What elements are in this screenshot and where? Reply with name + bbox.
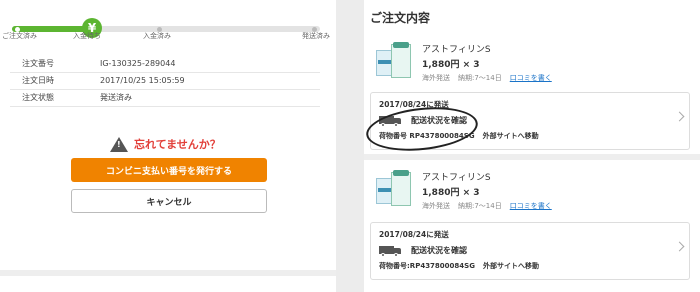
product-item: アストフィリンS 1,880円 × 3 海外発送 納期:7～14日 口コミを書く <box>370 40 690 92</box>
reminder-notice: ! 忘れてませんか？ <box>110 136 221 152</box>
product-item: アストフィリンS 1,880円 × 3 海外発送 納期:7～14日 口コミを書く <box>370 168 690 220</box>
product-name[interactable]: アストフィリンS <box>422 42 491 55</box>
shipment-date: 2017/08/24に発送 <box>379 230 449 239</box>
write-review-link[interactable]: 口コミを書く <box>510 73 552 83</box>
product-meta: 海外発送 納期:7～14日 口コミを書く <box>422 73 552 83</box>
delivery-time: 納期:7～14日 <box>458 202 502 210</box>
order-details-title: ご注文内容 <box>370 11 431 25</box>
shipping-origin: 海外発送 <box>422 202 450 210</box>
external-site-link[interactable]: 外部サイトへ移動 <box>483 131 539 141</box>
product-meta: 海外発送 納期:7～14日 口コミを書く <box>422 201 552 211</box>
table-row: 注文番号 IG-130325-289044 <box>10 55 320 73</box>
step-label-shipped: 発送済み <box>302 32 330 40</box>
tracking-number: 荷物番号:RP437800084SG <box>379 262 475 270</box>
section-divider <box>0 270 336 276</box>
reminder-text: 忘れてませんか？ <box>134 138 221 151</box>
product-thumbnail[interactable] <box>376 168 414 208</box>
order-status-panel: ¥ ご注文済み 入金待ち 入金済み 発送済み 注文番号 IG-130325-28… <box>0 0 336 292</box>
product-price: 1,880円 × 3 <box>422 188 480 198</box>
shipping-origin: 海外発送 <box>422 74 450 82</box>
order-number-label: 注文番号 <box>10 55 100 73</box>
order-info-table: 注文番号 IG-130325-289044 注文日時 2017/10/25 15… <box>10 55 320 107</box>
section-divider <box>364 154 700 160</box>
warning-icon: ! <box>110 136 128 152</box>
chevron-right-icon <box>674 241 685 252</box>
order-progress-bar: ¥ ご注文済み 入金待ち 入金済み 発送済み <box>2 18 330 48</box>
tracking-info: 荷物番号:RP437800084SG 外部サイトへ移動 <box>379 261 539 271</box>
order-date-label: 注文日時 <box>10 72 100 90</box>
product-name[interactable]: アストフィリンS <box>422 170 491 183</box>
delivery-time: 納期:7～14日 <box>458 74 502 82</box>
shipment-card[interactable]: 2017/08/24に発送 配送状況を確認 荷物番号:RP437800084SG… <box>370 222 690 280</box>
product-price: 1,880円 × 3 <box>422 60 480 70</box>
check-delivery-status[interactable]: 配送状況を確認 <box>411 245 467 256</box>
order-state-value: 発送済み <box>100 89 320 107</box>
step-label-awaiting-payment: 入金待ち <box>73 32 101 40</box>
issue-convenience-payment-button[interactable]: コンビニ支払い番号を発行する <box>71 158 267 182</box>
write-review-link[interactable]: 口コミを書く <box>510 201 552 211</box>
chevron-right-icon <box>674 111 685 122</box>
external-site-link[interactable]: 外部サイトへ移動 <box>483 261 539 271</box>
order-state-label: 注文状態 <box>10 89 100 107</box>
truck-icon <box>379 245 403 257</box>
step-label-ordered: ご注文済み <box>2 32 37 40</box>
step-label-paid: 入金済み <box>143 32 171 40</box>
table-row: 注文日時 2017/10/25 15:05:59 <box>10 72 320 90</box>
order-number-value: IG-130325-289044 <box>100 55 320 73</box>
cancel-button[interactable]: キャンセル <box>71 189 267 213</box>
product-thumbnail[interactable] <box>376 40 414 80</box>
table-row: 注文状態 発送済み <box>10 89 320 107</box>
order-details-panel: ご注文内容 アストフィリンS 1,880円 × 3 海外発送 納期:7～14日 … <box>364 0 700 292</box>
order-date-value: 2017/10/25 15:05:59 <box>100 72 320 90</box>
